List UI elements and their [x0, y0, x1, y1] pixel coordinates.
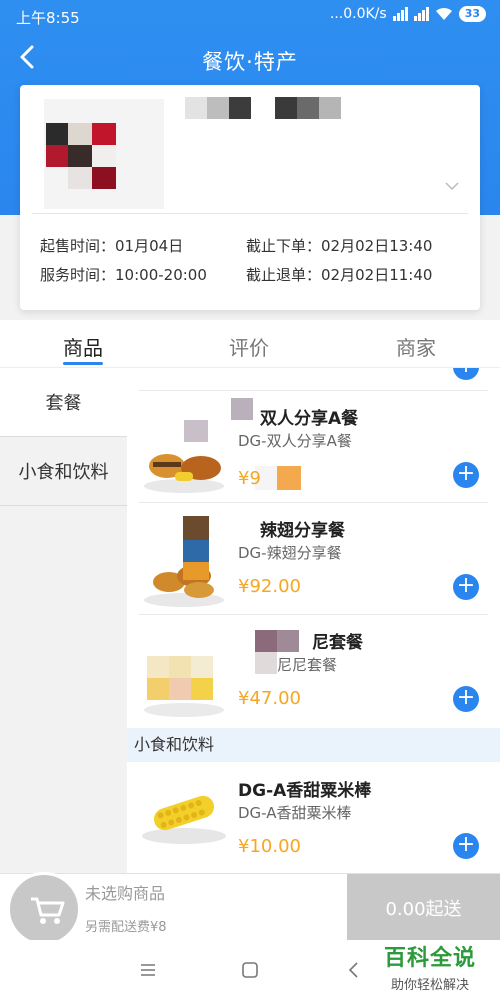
- home-icon[interactable]: [240, 960, 260, 980]
- product-price: ¥92.00: [238, 576, 301, 597]
- watermark-subtitle: 助你轻松解决: [390, 978, 469, 993]
- refund-deadline-info: 截止退单：02月02日11:40: [246, 264, 432, 285]
- product-image: [144, 656, 224, 717]
- product-list: + 双人分享A餐 DG-双人分享A餐 ¥9 + 辣翅分享餐 DG-辣翅分享餐 ¥…: [127, 368, 500, 873]
- product-price: ¥47.00: [238, 688, 301, 709]
- blurred-name-fragment: [277, 630, 299, 652]
- add-to-cart-button[interactable]: +: [453, 686, 479, 712]
- status-time: 上午8:55: [16, 9, 80, 27]
- service-time-value: 10:00-20:00: [115, 266, 207, 284]
- product-description: DG-辣翅分享餐: [238, 544, 342, 562]
- row-divider: [139, 502, 488, 503]
- menu-icon[interactable]: [138, 960, 158, 980]
- product-name: 尼套餐: [312, 633, 363, 653]
- cart-button[interactable]: [7, 872, 81, 946]
- start-sale-value: 01月04日: [115, 237, 184, 255]
- delivery-fee: 另需配送费¥8: [85, 920, 167, 935]
- shop-logo: [44, 99, 164, 209]
- blurred-image-fragment: [183, 562, 209, 580]
- blurred-image-fragment: [183, 516, 209, 540]
- product-name: 辣翅分享餐: [260, 521, 345, 541]
- product-description: DG-双人分享A餐: [238, 432, 352, 450]
- product-description: 尼尼套餐: [277, 656, 338, 674]
- cart-empty-label: 未选购商品: [85, 884, 166, 903]
- product-description: DG-A香甜粟米棒: [238, 804, 352, 822]
- product-name: 双人分享A餐: [260, 409, 359, 429]
- add-to-cart-button[interactable]: +: [453, 368, 479, 380]
- battery-indicator: 33: [458, 6, 486, 22]
- watermark-title: 百科全说: [383, 946, 476, 971]
- blurred-name-fragment: [255, 630, 277, 652]
- order-deadline-value: 02月02日13:40: [321, 237, 433, 255]
- row-divider: [139, 390, 488, 391]
- status-icons: ...0.0K/s 33: [330, 6, 486, 22]
- page-title: 餐饮·特产: [202, 50, 298, 74]
- watermark-logo: 百科全说 助你轻松解决: [368, 940, 492, 994]
- add-to-cart-button[interactable]: +: [453, 462, 479, 488]
- product-image: [142, 795, 226, 844]
- product-price: ¥10.00: [238, 836, 301, 857]
- product-price: ¥9: [238, 468, 261, 489]
- wifi-icon: [435, 7, 452, 20]
- nav-bar: 餐饮·特产: [0, 34, 500, 80]
- blurred-desc-fragment: [255, 652, 277, 674]
- cart-bar: 未选购商品 另需配送费¥8 0.00起送: [0, 872, 500, 946]
- signal-icon: [392, 7, 408, 21]
- refund-deadline-label: 截止退单：: [246, 266, 322, 284]
- tab-bar: 商品 评价 商家: [0, 320, 500, 368]
- order-deadline-label: 截止下单：: [246, 237, 322, 255]
- tab-products[interactable]: 商品: [63, 332, 103, 361]
- refund-deadline-value: 02月02日11:40: [321, 266, 433, 284]
- service-time-info: 服务时间：10:00-20:00: [40, 264, 207, 285]
- network-speed: ...0.0K/s: [329, 6, 387, 22]
- category-item-sets[interactable]: 套餐: [0, 368, 127, 437]
- status-bar: 上午8:55 ...0.0K/s 33: [0, 0, 500, 34]
- blurred-image-fragment: [277, 466, 301, 490]
- product-name: DG-A香甜粟米棒: [238, 781, 372, 801]
- tab-merchant[interactable]: 商家: [396, 332, 436, 361]
- back-icon[interactable]: [344, 960, 364, 980]
- tab-reviews[interactable]: 评价: [229, 332, 269, 361]
- blurred-image-fragment: [184, 420, 208, 442]
- card-divider: [32, 213, 468, 214]
- order-deadline-info: 截止下单：02月02日13:40: [246, 235, 432, 256]
- section-header-snacks: 小食和饮料: [127, 728, 500, 762]
- start-sale-info: 起售时间：01月04日: [40, 235, 183, 256]
- row-divider: [139, 614, 488, 615]
- checkout-button[interactable]: 0.00起送: [347, 874, 500, 941]
- shopping-cart-icon: [31, 897, 65, 924]
- chevron-down-icon[interactable]: [444, 181, 460, 191]
- category-item-snacks[interactable]: 小食和饮料: [0, 437, 127, 506]
- add-to-cart-button[interactable]: +: [453, 574, 479, 600]
- signal-icon-2: [413, 7, 429, 21]
- shop-info-card: 起售时间：01月04日 截止下单：02月02日13:40 服务时间：10:00-…: [20, 85, 480, 310]
- shop-name-blurred: [185, 97, 341, 119]
- blurred-image-fragment: [183, 540, 209, 562]
- start-sale-label: 起售时间：: [40, 237, 116, 255]
- category-sidebar: 套餐 小食和饮料: [0, 368, 127, 873]
- blurred-name-fragment: [231, 398, 253, 420]
- service-time-label: 服务时间：: [40, 266, 116, 284]
- active-tab-indicator: [63, 362, 103, 365]
- add-to-cart-button[interactable]: +: [453, 833, 479, 859]
